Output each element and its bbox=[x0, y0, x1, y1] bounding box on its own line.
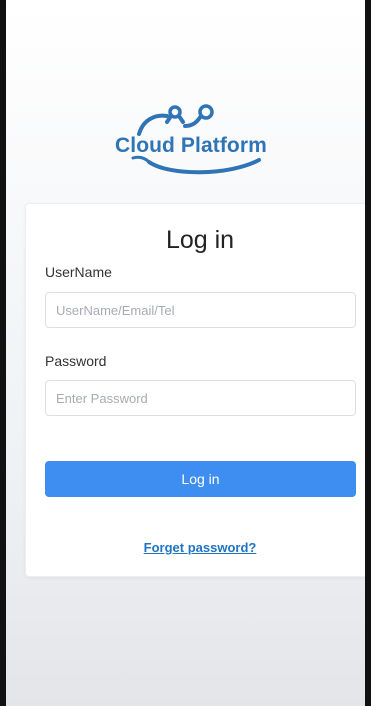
username-label: UserName bbox=[45, 264, 112, 280]
login-title: Log in bbox=[165, 226, 235, 254]
password-input[interactable] bbox=[45, 380, 356, 416]
brand-name: Cloud Platform bbox=[115, 134, 267, 157]
login-button[interactable]: Log in bbox=[45, 461, 356, 497]
app-screen: Cloud Platform Log in UserName Password … bbox=[0, 0, 371, 706]
login-card: Log in UserName Password Log in Forget p… bbox=[25, 203, 365, 577]
forgot-password-link[interactable]: Forget password? bbox=[26, 540, 365, 555]
password-label: Password bbox=[45, 353, 107, 369]
username-input[interactable] bbox=[45, 292, 356, 328]
